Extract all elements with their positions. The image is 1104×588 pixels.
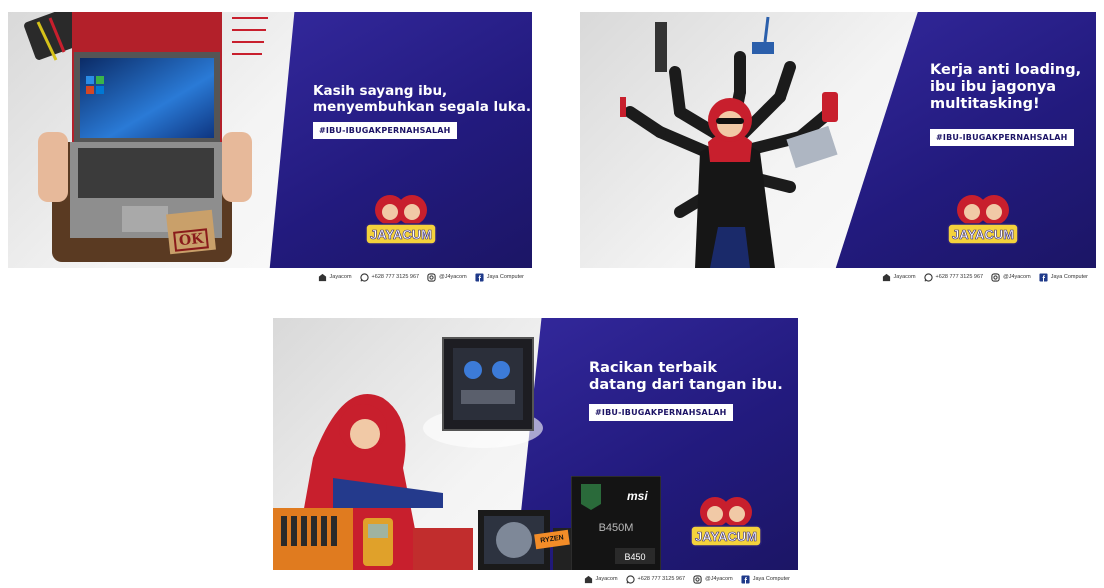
headline-line-2: menyembuhkan segala luka. bbox=[313, 98, 531, 115]
whatsapp-icon bbox=[923, 272, 933, 282]
footer-website: Jayacom bbox=[882, 273, 916, 282]
footer-facebook-text: Jaya Computer bbox=[1050, 274, 1088, 280]
banner-mother-care: OK Kasih sayang ibu, menyembuhkan segala… bbox=[8, 12, 532, 286]
hashtag-badge: #IBU-IBUGAKPERNAHSALAH bbox=[589, 404, 733, 421]
footer-instagram-text: @J4yacom bbox=[439, 274, 467, 280]
footer-instagram: @J4yacom bbox=[693, 574, 733, 584]
footer-whatsapp-text: +628 777 3125 967 bbox=[935, 274, 984, 280]
footer-facebook-text: Jaya Computer bbox=[486, 274, 524, 280]
headline: Kasih sayang ibu, menyembuhkan segala lu… bbox=[313, 83, 531, 116]
footer-instagram-text: @J4yacom bbox=[1003, 274, 1031, 280]
headline-line-1: Kasih sayang ibu, bbox=[313, 83, 448, 99]
footer-facebook-text: Jaya Computer bbox=[752, 576, 790, 582]
footer-instagram: @J4yacom bbox=[991, 272, 1031, 282]
headline-line-2: ibu ibu jagonya bbox=[930, 79, 1057, 96]
ok-stamp: OK bbox=[173, 228, 210, 252]
footer-whatsapp-text: +628 777 3125 967 bbox=[371, 274, 420, 280]
footer-whatsapp: +628 777 3125 967 bbox=[359, 272, 420, 282]
b450-label: B450 bbox=[624, 552, 645, 562]
banner-best-build: msi B450M B450 RYZEN Racikan terbaik dat… bbox=[273, 318, 798, 588]
footer-instagram-text: @J4yacom bbox=[705, 576, 733, 582]
footer-facebook: Jaya Computer bbox=[1039, 272, 1088, 282]
jayacum-logo: JAYACUM bbox=[365, 195, 437, 245]
laptop-photo bbox=[24, 12, 268, 262]
jayacum-logo: JAYACUM bbox=[690, 497, 762, 547]
instagram-icon bbox=[693, 574, 702, 584]
logo-text: JAYACUM bbox=[952, 227, 1014, 242]
footer-whatsapp-text: +628 777 3125 967 bbox=[637, 576, 686, 582]
headline-line-1: Racikan terbaik bbox=[589, 360, 718, 376]
instagram-icon bbox=[991, 272, 1000, 282]
logo-text: JAYACUM bbox=[370, 227, 432, 242]
store-icon bbox=[318, 273, 326, 281]
whatsapp-icon bbox=[625, 574, 635, 584]
footer-website-text: Jayacom bbox=[329, 274, 352, 280]
jayacum-logo: JAYACUM bbox=[947, 195, 1019, 245]
contact-footer: Jayacom +628 777 3125 967 @J4yacom Jaya … bbox=[580, 268, 1096, 286]
footer-instagram: @J4yacom bbox=[427, 272, 467, 282]
headline: Racikan terbaik datang dari tangan ibu. bbox=[589, 360, 783, 394]
banner-multitasking: Kerja anti loading, ibu ibu jagonya mult… bbox=[580, 12, 1096, 286]
facebook-icon bbox=[741, 574, 750, 584]
footer-website-text: Jayacom bbox=[893, 274, 916, 280]
logo-text: JAYACUM bbox=[695, 529, 757, 544]
footer-website-text: Jayacom bbox=[595, 576, 618, 582]
headline-line-2: datang dari tangan ibu. bbox=[589, 377, 783, 394]
b450m-label: B450M bbox=[599, 522, 634, 534]
footer-website: Jayacom bbox=[584, 575, 618, 584]
footer-website: Jayacom bbox=[318, 273, 352, 282]
facebook-icon bbox=[475, 272, 484, 282]
hashtag-badge: #IBU-IBUGAKPERNAHSALAH bbox=[930, 129, 1074, 146]
headline: Kerja anti loading, ibu ibu jagonya mult… bbox=[930, 62, 1081, 113]
contact-footer: Jayacom +628 777 3125 967 @J4yacom Jaya … bbox=[273, 570, 798, 588]
facebook-icon bbox=[1039, 272, 1048, 282]
multitasking-woman-photo bbox=[620, 16, 838, 268]
msi-label: msi bbox=[627, 489, 648, 503]
footer-whatsapp: +628 777 3125 967 bbox=[625, 574, 686, 584]
hashtag-badge: #IBU-IBUGAKPERNAHSALAH bbox=[313, 122, 457, 139]
store-icon bbox=[584, 575, 592, 583]
motherboard-box: msi B450M B450 bbox=[571, 476, 661, 572]
whatsapp-icon bbox=[359, 272, 369, 282]
footer-whatsapp: +628 777 3125 967 bbox=[923, 272, 984, 282]
headline-line-3: multitasking! bbox=[930, 96, 1040, 113]
footer-facebook: Jaya Computer bbox=[741, 574, 790, 584]
store-icon bbox=[882, 273, 890, 281]
headline-line-1: Kerja anti loading, bbox=[930, 62, 1082, 78]
instagram-icon bbox=[427, 272, 436, 282]
contact-footer: Jayacom +628 777 3125 967 @J4yacom Jaya … bbox=[8, 268, 532, 286]
footer-facebook: Jaya Computer bbox=[475, 272, 524, 282]
